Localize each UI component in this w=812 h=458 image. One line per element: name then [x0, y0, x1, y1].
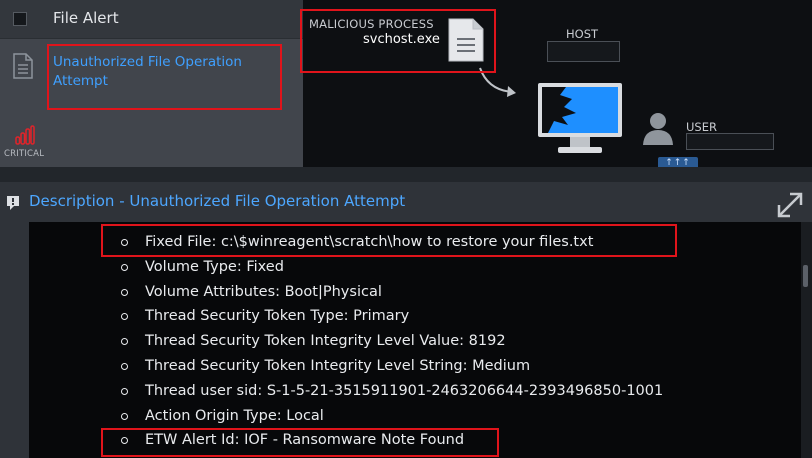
list-item: Volume Attributes: Boot|Physical [119, 280, 663, 305]
alert-header [0, 0, 303, 39]
host-computer-icon[interactable] [536, 81, 626, 155]
list-item: Thread Security Token Integrity Level St… [119, 354, 663, 379]
alert-header-title: File Alert [53, 9, 119, 27]
list-item: Volume Type: Fixed [119, 255, 663, 280]
list-item: Thread user sid: S-1-5-21-3515911901-246… [119, 379, 663, 404]
description-scrollbar[interactable] [801, 222, 812, 458]
expand-icon[interactable] [776, 191, 804, 219]
list-item: Fixed File: c:\$winreagent\scratch\how t… [119, 230, 663, 255]
user-label: USER [686, 120, 717, 134]
malicious-process-label: MALICIOUS PROCESS [309, 17, 434, 31]
list-item: Action Origin Type: Local [119, 404, 663, 429]
comment-icon [7, 196, 19, 210]
panel-separator [0, 167, 812, 182]
list-item: Thread Security Token Type: Primary [119, 304, 663, 329]
description-list: Fixed File: c:\$winreagent\scratch\how t… [119, 230, 663, 453]
alert-body: Unauthorized File Operation Attempt CRIT… [0, 39, 303, 167]
process-file-icon[interactable] [447, 17, 485, 63]
alert-name-link[interactable]: Unauthorized File Operation Attempt [53, 53, 273, 91]
incident-graph: MALICIOUS PROCESS svchost.exe HOST USER … [303, 0, 812, 170]
description-title: Description - Unauthorized File Operatio… [29, 192, 406, 210]
user-icon[interactable] [640, 110, 676, 146]
malicious-process-name[interactable]: svchost.exe [363, 32, 440, 47]
list-item: ETW Alert Id: IOF - Ransomware Note Foun… [119, 428, 663, 453]
alert-select-checkbox[interactable] [13, 12, 27, 26]
host-name-field[interactable] [547, 41, 620, 62]
scrollbar-thumb[interactable] [803, 265, 808, 287]
document-icon [13, 53, 33, 79]
severity-signal-icon [15, 125, 35, 145]
host-label: HOST [566, 27, 599, 41]
process-to-host-arrow [479, 67, 516, 97]
list-item: Thread Security Token Integrity Level Va… [119, 329, 663, 354]
severity-label: CRITICAL [4, 149, 45, 159]
user-name-field[interactable] [686, 133, 774, 150]
